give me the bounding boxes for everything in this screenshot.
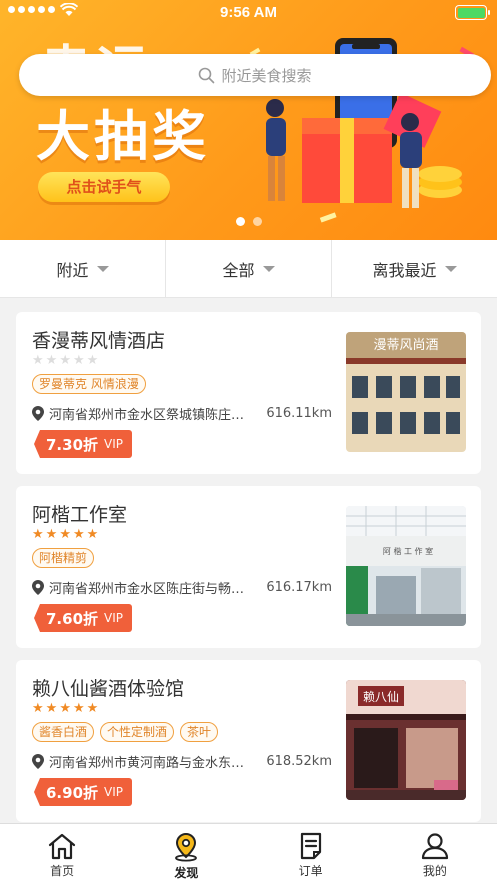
search-icon xyxy=(199,67,215,83)
shop-name: 香漫蒂风情酒店 xyxy=(32,330,166,352)
star-icon: ★ xyxy=(72,701,85,716)
shop-name: 阿楷工作室 xyxy=(32,504,128,526)
vip-label: VIP xyxy=(104,785,123,799)
shop-photo-sign: 赖八仙 xyxy=(363,690,399,704)
filter-label: 全部 xyxy=(222,260,255,280)
shop-tags: 罗曼蒂克 风情浪漫 xyxy=(32,374,146,394)
discount-badge: 6.90折 VIP xyxy=(34,778,132,806)
star-icon: ★ xyxy=(59,527,71,542)
tab-label: 发现 xyxy=(174,866,199,880)
star-icon: ★ xyxy=(72,527,85,542)
star-icon: ★ xyxy=(86,701,99,716)
shop-card[interactable]: 阿楷工作室 ★ ★ ★ ★ ★ 阿楷精剪 河南省郑州市金水区陈庄街与畅… 616.17k… xyxy=(16,486,481,648)
star-icon: ★ xyxy=(32,353,44,368)
star-icon: ★ xyxy=(45,353,58,368)
shop-tags: 酱香白酒 个性定制酒 茶叶 xyxy=(32,722,219,742)
tab-profile[interactable]: 我的 xyxy=(373,824,497,883)
shop-tag: 酱香白酒 xyxy=(32,722,95,742)
discount-badge: 7.60折 VIP xyxy=(34,604,132,632)
shop-photo-sign: 漫蒂风尚酒 xyxy=(373,338,438,353)
shop-name: 赖八仙酱酒体验馆 xyxy=(32,678,185,700)
location-pin-icon xyxy=(32,580,44,595)
star-icon: ★ xyxy=(32,527,44,542)
filter-label: 附近 xyxy=(56,260,89,280)
tab-label: 我的 xyxy=(422,864,447,878)
tab-label: 订单 xyxy=(298,864,323,878)
shop-address-row: 河南省郑州市金水区陈庄街与畅… 616.17km xyxy=(32,578,332,597)
filter-sort[interactable]: 离我最近 xyxy=(332,240,497,297)
carousel-dot[interactable] xyxy=(235,217,245,226)
shop-distance: 616.11km xyxy=(266,406,332,421)
shop-tag: 罗曼蒂克 风情浪漫 xyxy=(32,374,146,394)
vip-label: VIP xyxy=(104,611,123,625)
shop-list: 香漫蒂风情酒店 ★ ★ ★ ★ ★ 罗曼蒂克 风情浪漫 河南省郑州市金水区祭城镇陈庄… … xyxy=(16,312,481,834)
shop-distance: 616.17km xyxy=(266,580,332,595)
location-pin-icon xyxy=(175,832,198,862)
discount-badge: 7.30折 VIP xyxy=(34,430,132,458)
shop-photo: 阿 楷 工 作 室 xyxy=(346,506,466,626)
discount-value: 7.60折 xyxy=(46,609,99,628)
location-pin-icon xyxy=(32,406,44,421)
shop-card[interactable]: 赖八仙酱酒体验馆 ★ ★ ★ ★ ★ 酱香白酒 个性定制酒 茶叶 河南省郑州市黄河南路与… xyxy=(16,660,481,822)
star-icon: ★ xyxy=(59,701,71,716)
star-icon: ★ xyxy=(45,527,58,542)
shop-address: 河南省郑州市金水区陈庄街与畅… xyxy=(49,582,245,597)
star-icon: ★ xyxy=(86,527,99,542)
shop-address: 河南省郑州市金水区祭城镇陈庄… xyxy=(49,408,245,423)
user-icon xyxy=(421,833,448,860)
shop-address: 河南省郑州市黄河南路与金水东… xyxy=(49,756,245,771)
filter-label: 离我最近 xyxy=(372,260,437,280)
tab-discover[interactable]: 发现 xyxy=(124,824,248,883)
shop-photo: 赖八仙 xyxy=(346,680,466,800)
shop-card[interactable]: 香漫蒂风情酒店 ★ ★ ★ ★ ★ 罗曼蒂克 风情浪漫 河南省郑州市金水区祭城镇陈庄… … xyxy=(16,312,481,474)
shop-photo: 漫蒂风尚酒 xyxy=(346,332,466,452)
search-bar[interactable]: 附近美食搜索 xyxy=(19,54,491,96)
banner-cta-button[interactable]: 点击试手气 xyxy=(38,172,170,202)
shop-tag: 个性定制酒 xyxy=(100,722,175,742)
star-icon: ★ xyxy=(45,701,58,716)
carousel-dot[interactable] xyxy=(252,217,262,226)
shop-distance: 618.52km xyxy=(266,754,332,769)
star-icon: ★ xyxy=(72,353,85,368)
star-rating: ★ ★ ★ ★ ★ xyxy=(32,354,98,368)
vip-label: VIP xyxy=(104,437,123,451)
star-icon: ★ xyxy=(86,353,99,368)
shop-tag: 茶叶 xyxy=(180,722,219,742)
star-icon: ★ xyxy=(32,701,44,716)
search-placeholder: 附近美食搜索 xyxy=(221,66,312,85)
carousel-indicator xyxy=(0,217,497,226)
shop-tag: 阿楷精剪 xyxy=(32,548,95,568)
dropdown-arrow-icon xyxy=(444,265,457,272)
star-rating: ★ ★ ★ ★ ★ xyxy=(32,702,98,716)
star-rating: ★ ★ ★ ★ ★ xyxy=(32,528,98,542)
discount-value: 7.30折 xyxy=(46,435,99,454)
tab-orders[interactable]: 订单 xyxy=(249,824,373,883)
battery-icon xyxy=(455,5,490,20)
bottom-tab-bar: 首页 发现 订单 我的 xyxy=(0,823,497,883)
status-bar: 9:56 AM xyxy=(0,0,497,26)
dropdown-arrow-icon xyxy=(96,265,109,272)
shop-photo-sign: 阿 楷 工 作 室 xyxy=(383,546,433,556)
star-icon: ★ xyxy=(59,353,71,368)
shop-tags: 阿楷精剪 xyxy=(32,548,95,568)
home-icon xyxy=(49,833,76,860)
filter-bar: 附近 全部 离我最近 xyxy=(0,240,497,298)
tab-home[interactable]: 首页 xyxy=(0,824,124,883)
filter-nearby[interactable]: 附近 xyxy=(0,240,166,297)
order-list-icon xyxy=(300,832,321,860)
banner-headline: 大抽奖 xyxy=(36,105,210,168)
promo-banner[interactable]: 9:56 AM 幸运 大抽奖 点击试手气 xyxy=(0,0,497,240)
status-time: 9:56 AM xyxy=(220,4,277,21)
shop-address-row: 河南省郑州市金水区祭城镇陈庄… 616.11km xyxy=(32,404,332,423)
dropdown-arrow-icon xyxy=(262,265,275,272)
tab-label: 首页 xyxy=(50,864,75,878)
discount-value: 6.90折 xyxy=(46,783,99,802)
location-pin-icon xyxy=(32,754,44,769)
filter-category[interactable]: 全部 xyxy=(166,240,332,297)
shop-address-row: 河南省郑州市黄河南路与金水东… 618.52km xyxy=(32,752,332,771)
